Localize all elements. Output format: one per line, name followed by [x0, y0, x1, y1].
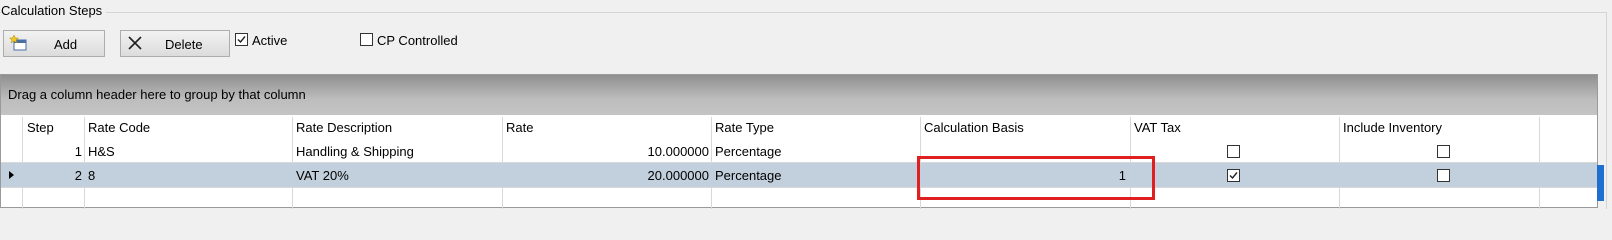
add-label: Add: [54, 37, 78, 52]
column-header-rate-description[interactable]: Rate Description: [296, 120, 392, 135]
add-button[interactable]: Add: [3, 30, 105, 57]
group-title: Calculation Steps: [1, 3, 107, 18]
active-label: Active: [252, 33, 288, 48]
include-inventory-checkbox[interactable]: [1437, 145, 1450, 158]
scrollbar[interactable]: [1597, 165, 1604, 201]
cell-rate-type: Percentage: [715, 168, 782, 183]
highlight-box: [917, 156, 1155, 200]
cell-step: 1: [74, 144, 82, 159]
column-header-include-inventory[interactable]: Include Inventory: [1343, 120, 1442, 135]
group-by-hint: Drag a column header here to group by th…: [8, 87, 306, 102]
group-by-panel[interactable]: Drag a column header here to group by th…: [1, 75, 1597, 115]
active-checkbox[interactable]: [235, 33, 248, 46]
add-icon: [8, 34, 27, 54]
row-indicator-icon: [9, 171, 14, 179]
column-header-vat-tax[interactable]: VAT Tax: [1134, 120, 1181, 135]
include-inventory-checkbox[interactable]: [1437, 169, 1450, 182]
column-header-step[interactable]: Step: [27, 120, 54, 135]
cell-rate: 20.000000: [647, 168, 709, 183]
cell-rate-code: H&S: [88, 144, 115, 159]
column-header-rate-type[interactable]: Rate Type: [715, 120, 774, 135]
column-header-rate[interactable]: Rate: [506, 120, 533, 135]
cell-rate-code: 8: [88, 168, 96, 183]
close-icon: [128, 36, 142, 53]
column-headers: Step Rate Code Rate Description Rate Rat…: [1, 117, 1597, 139]
cp-controlled-checkbox[interactable]: [360, 33, 373, 46]
checkmark-icon: [1229, 172, 1238, 180]
cell-rate: 10.000000: [647, 144, 709, 159]
column-header-rate-code[interactable]: Rate Code: [88, 120, 150, 135]
table-row[interactable]: 1 H&S Handling & Shipping 10.000000 Perc…: [1, 139, 1597, 163]
delete-label: Delete: [165, 37, 203, 52]
delete-button[interactable]: Delete: [120, 30, 230, 57]
cell-rate-description: Handling & Shipping: [296, 144, 414, 159]
vat-tax-checkbox[interactable]: [1227, 145, 1240, 158]
checkmark-icon: [237, 36, 246, 44]
column-header-calculation-basis[interactable]: Calculation Basis: [924, 120, 1024, 135]
cell-rate-description: VAT 20%: [296, 168, 349, 183]
cell-step: 2: [74, 168, 82, 183]
table-row-selected[interactable]: 2 8 VAT 20% 20.000000 Percentage 1: [1, 163, 1597, 187]
vat-tax-checkbox[interactable]: [1227, 169, 1240, 182]
cell-rate-type: Percentage: [715, 144, 782, 159]
cp-controlled-label: CP Controlled: [377, 33, 458, 48]
calculation-steps-grid: Drag a column header here to group by th…: [0, 74, 1598, 209]
